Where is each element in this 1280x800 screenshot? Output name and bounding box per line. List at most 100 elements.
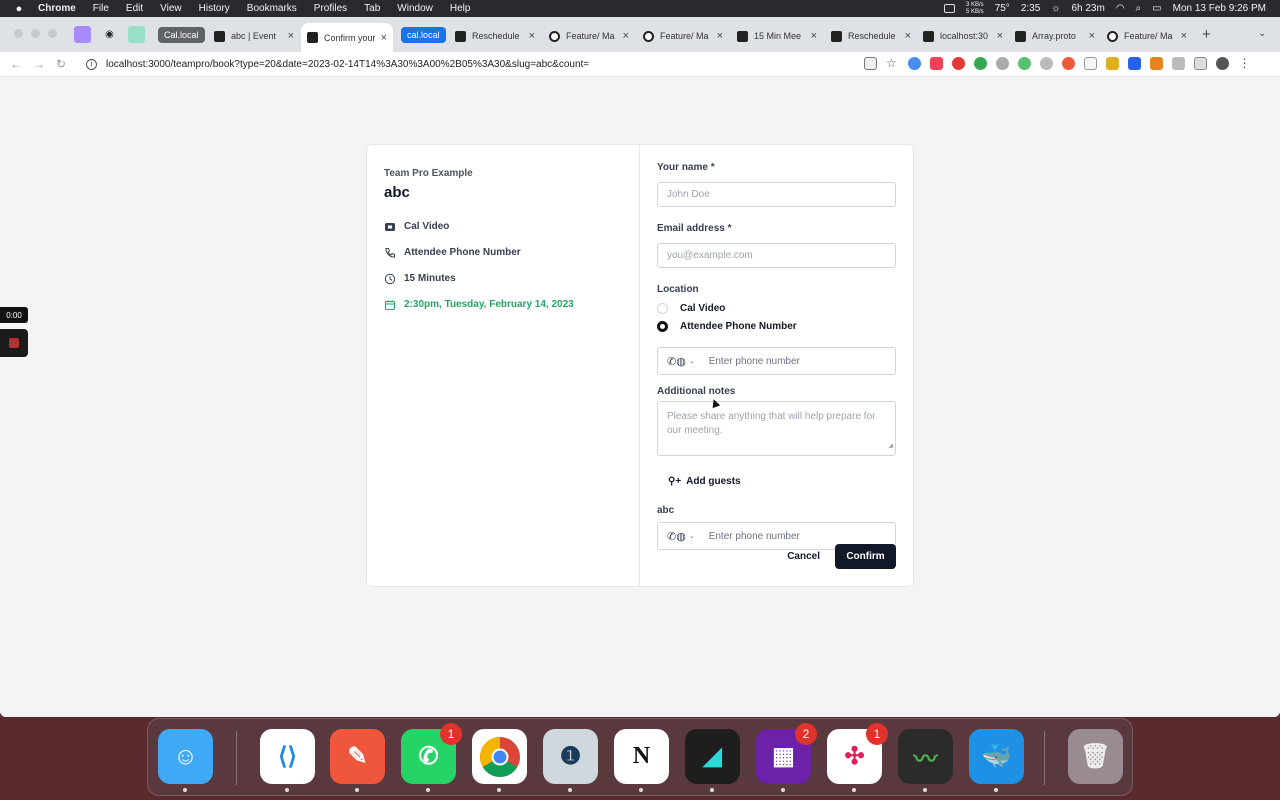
docker-icon[interactable]: 🐳 xyxy=(969,729,1024,792)
whatsapp-icon[interactable]: ✆ 1 xyxy=(401,723,462,792)
extension-icon[interactable] xyxy=(996,57,1009,70)
radio-checked[interactable] xyxy=(657,321,668,332)
tab-group-cal-local-blue[interactable]: cal.local xyxy=(401,27,446,43)
finder-icon[interactable]: ☺ xyxy=(158,729,213,792)
close-tab-icon[interactable]: × xyxy=(811,30,817,42)
pocket-icon[interactable] xyxy=(930,57,943,70)
extension-icon[interactable] xyxy=(1084,57,1097,70)
bookmark-star-icon[interactable]: ☆ xyxy=(886,57,899,70)
extension-icon[interactable] xyxy=(1040,57,1053,70)
sun-icon[interactable]: ☼ xyxy=(1051,3,1060,14)
clock[interactable]: Mon 13 Feb 9:26 PM xyxy=(1173,3,1266,14)
extension-icon[interactable] xyxy=(1062,57,1075,70)
location-option-phone[interactable]: Attendee Phone Number xyxy=(657,320,896,333)
attendee-phone-input[interactable]: ✆◍ ⌄ Enter phone number xyxy=(657,347,896,375)
tab-feature-1[interactable]: Feature/ Ma × xyxy=(543,25,635,47)
reload-icon[interactable]: ↻ xyxy=(56,57,66,71)
tab-reschedule[interactable]: Reschedule × xyxy=(449,25,541,47)
tab-array-proto[interactable]: Array.proto × xyxy=(1009,25,1101,47)
color-picker-icon[interactable] xyxy=(974,57,987,70)
side-panel-icon[interactable] xyxy=(1194,57,1207,70)
cancel-button[interactable]: Cancel xyxy=(772,545,835,569)
menu-profiles[interactable]: Profiles xyxy=(314,3,347,14)
bitwarden-icon[interactable] xyxy=(1128,57,1141,70)
menu-help[interactable]: Help xyxy=(450,3,471,14)
notes-textarea[interactable]: Please share anything that will help pre… xyxy=(657,401,896,456)
vscode-icon[interactable]: ⟨⟩ xyxy=(260,729,315,792)
chevron-down-icon[interactable]: ⌄ xyxy=(689,532,695,540)
menu-chrome[interactable]: Chrome xyxy=(38,3,76,14)
extensions-puzzle-icon[interactable] xyxy=(1172,57,1185,70)
site-info-icon[interactable]: i xyxy=(86,59,97,70)
activity-monitor-icon[interactable]: 〰 xyxy=(898,729,953,792)
app-grid-icon[interactable]: ▦ 2 xyxy=(756,723,817,792)
notion-icon[interactable]: N xyxy=(614,729,669,792)
menu-edit[interactable]: Edit xyxy=(126,3,143,14)
apple-menu-icon[interactable]: ● xyxy=(0,3,38,15)
back-arrow-icon[interactable]: ← xyxy=(10,57,22,71)
extension-icon[interactable] xyxy=(908,57,921,70)
name-input[interactable]: John Doe xyxy=(657,182,896,207)
tab-reschedule-2[interactable]: Reschedule × xyxy=(825,25,917,47)
search-icon[interactable]: ⌕ xyxy=(1136,3,1142,14)
status-app-icon[interactable] xyxy=(944,4,955,13)
zoom-window-button[interactable] xyxy=(48,29,57,38)
tab-group-cal-local[interactable]: Cal.local xyxy=(158,27,205,43)
trash-icon[interactable]: 🗑 xyxy=(1068,729,1123,784)
menu-file[interactable]: File xyxy=(93,3,109,14)
wifi-icon[interactable]: ◠ xyxy=(1116,3,1125,14)
close-tab-icon[interactable]: × xyxy=(717,30,723,42)
chatgpt-pinned-tab-icon[interactable] xyxy=(128,26,145,43)
resize-grip-icon[interactable]: ◢ xyxy=(888,439,893,453)
confirm-button[interactable]: Confirm xyxy=(835,544,896,569)
tab-localhost[interactable]: localhost:30 × xyxy=(917,25,1009,47)
profile-avatar[interactable] xyxy=(1216,57,1229,70)
extension-icon[interactable] xyxy=(1018,57,1031,70)
radio-unchecked[interactable] xyxy=(657,303,668,314)
forward-arrow-icon[interactable]: → xyxy=(33,57,45,71)
menu-bookmarks[interactable]: Bookmarks xyxy=(247,3,297,14)
control-center-icon[interactable]: ▭ xyxy=(1152,3,1161,14)
github-pinned-tab-icon[interactable]: ◉ xyxy=(101,26,118,43)
address-bar[interactable]: i localhost:3000/teampro/book?type=20&da… xyxy=(80,55,910,74)
linear-app-icon[interactable]: ◢ xyxy=(685,729,740,792)
globe-phone-icon[interactable]: ✆◍ xyxy=(667,530,686,543)
new-tab-button[interactable]: + xyxy=(1202,26,1211,43)
menu-tab[interactable]: Tab xyxy=(364,3,380,14)
slack-icon[interactable]: ✣ 1 xyxy=(827,723,888,792)
tab-15-min[interactable]: 15 Min Mee × xyxy=(731,25,823,47)
globe-phone-icon[interactable]: ✆◍ xyxy=(667,355,686,368)
extension-icon[interactable] xyxy=(1106,57,1119,70)
more-menu-icon[interactable]: ⋮ xyxy=(1238,57,1251,70)
tab-feature-2[interactable]: Feature/ Ma × xyxy=(637,25,729,47)
metamask-icon[interactable] xyxy=(1150,57,1163,70)
tab-feature-3[interactable]: Feature/ Ma × xyxy=(1101,25,1193,47)
add-guests-button[interactable]: ⚲+ Add guests xyxy=(668,475,896,488)
chrome-icon[interactable] xyxy=(472,729,527,792)
menu-view[interactable]: View xyxy=(160,3,182,14)
close-window-button[interactable] xyxy=(14,29,23,38)
opera-icon[interactable] xyxy=(952,57,965,70)
close-tab-icon[interactable]: × xyxy=(288,30,294,42)
1password-icon[interactable]: ❶ xyxy=(543,729,598,792)
menu-history[interactable]: History xyxy=(199,3,230,14)
email-input[interactable]: you@example.com xyxy=(657,243,896,268)
close-tab-icon[interactable]: × xyxy=(1181,30,1187,42)
close-tab-icon[interactable]: × xyxy=(905,30,911,42)
minimize-window-button[interactable] xyxy=(31,29,40,38)
close-tab-icon[interactable]: × xyxy=(529,30,535,42)
close-tab-icon[interactable]: × xyxy=(623,30,629,42)
chevron-down-icon[interactable]: ⌄ xyxy=(689,357,695,365)
recording-stop-button[interactable] xyxy=(0,329,28,357)
postman-icon[interactable]: ✎ xyxy=(330,729,385,792)
close-tab-icon[interactable]: × xyxy=(1089,30,1095,42)
close-tab-icon[interactable]: × xyxy=(997,30,1003,42)
close-tab-icon[interactable]: × xyxy=(381,32,387,44)
location-option-cal-video[interactable]: Cal Video xyxy=(657,302,896,315)
pinned-tab-icon[interactable] xyxy=(74,26,91,43)
tab-confirm-your[interactable]: Confirm your × xyxy=(301,23,393,52)
tab-search-chevron-icon[interactable]: ⌄ xyxy=(1258,28,1266,39)
tab-abc-event[interactable]: abc | Event × xyxy=(208,25,300,47)
share-icon[interactable] xyxy=(864,57,877,70)
menu-window[interactable]: Window xyxy=(397,3,433,14)
